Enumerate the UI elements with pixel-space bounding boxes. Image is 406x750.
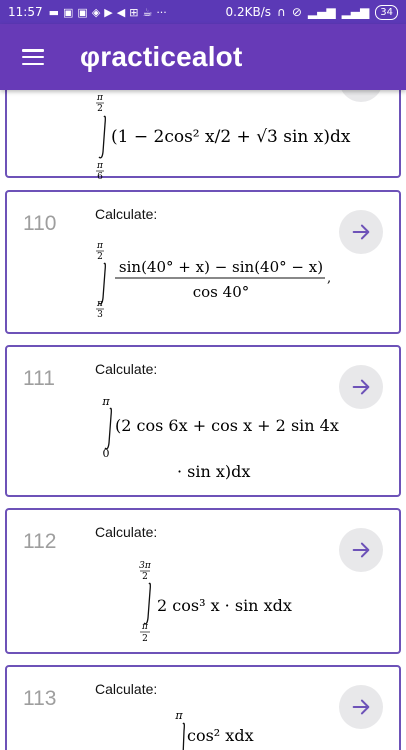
svg-text:,: ,: [327, 271, 331, 286]
svg-text:(1 − 2cos² x/2 + √3 sin x)dx: (1 − 2cos² x/2 + √3 sin x)dx: [111, 127, 351, 147]
alarm-off-icon: ⊘: [291, 5, 302, 19]
svg-text:π: π: [96, 93, 104, 103]
svg-text:2: 2: [97, 104, 103, 114]
signal-icon: ▂▄▆: [307, 5, 336, 19]
gallery-icon: ▣: [63, 5, 74, 19]
svg-text:· sin x)dx: · sin x)dx: [177, 462, 250, 481]
headphones-icon: ∩: [277, 5, 286, 19]
svg-text:π: π: [174, 709, 183, 722]
problem-card[interactable]: 110 Calculate: π 2 sin(40° + x) − sin(40…: [5, 190, 401, 334]
app-title: φracticealot: [80, 41, 243, 72]
problem-card[interactable]: 113 Calculate: π cos² xdx: [5, 665, 401, 750]
network-speed: 0.2KB/s: [225, 5, 272, 19]
app-bar: φracticealot: [0, 24, 406, 90]
problem-formula: 3π 2 2 cos³ x · sin xdx π 2: [139, 561, 292, 644]
send-icon: ◀: [116, 5, 126, 19]
svg-text:2: 2: [142, 572, 148, 582]
grid-icon: ⊞: [129, 5, 139, 19]
svg-text:π: π: [141, 622, 149, 632]
svg-text:π: π: [96, 241, 104, 251]
status-bar: 11:57 ▬ ▣ ▣ ◈ ▶ ◀ ⊞ ☕ ··· 0.2KB/s ∩ ⊘ ▂▄…: [0, 0, 406, 24]
problem-formula: π (2 cos 6x + cos x + 2 sin 4x 0 · sin x…: [101, 395, 339, 481]
svg-text:π: π: [96, 161, 104, 171]
gallery-icon: ▣: [77, 5, 88, 19]
svg-text:3: 3: [97, 310, 103, 320]
notification-icons: ▬ ▣ ▣ ◈ ▶ ◀ ⊞ ☕ ···: [49, 6, 226, 19]
svg-text:6: 6: [97, 172, 103, 180]
svg-text:0: 0: [103, 447, 110, 460]
svg-text:cos 40°: cos 40°: [193, 283, 249, 301]
svg-text:cos² xdx: cos² xdx: [187, 726, 254, 745]
signal-icon: ▂▄▆: [341, 5, 370, 19]
svg-text:π: π: [96, 299, 104, 309]
cup-icon: ☕: [142, 5, 153, 19]
svg-text:3π: 3π: [139, 561, 152, 571]
svg-text:2: 2: [97, 252, 103, 262]
svg-text:2 cos³ x · sin xdx: 2 cos³ x · sin xdx: [157, 596, 292, 615]
status-time: 11:57: [8, 5, 43, 19]
problem-card[interactable]: 111 Calculate: π (2 cos 6x + cos x + 2 s…: [5, 345, 401, 497]
chat-icon: ▬: [48, 5, 59, 19]
svg-text:(2 cos 6x + cos x + 2 sin 4x: (2 cos 6x + cos x + 2 sin 4x: [115, 416, 339, 435]
problem-list[interactable]: π 2 (1 − 2cos² x/2 + √3 sin x)dx π 6 110…: [0, 90, 406, 750]
problem-formula: π cos² xdx: [174, 709, 254, 750]
svg-text:2: 2: [142, 634, 148, 644]
more-icon: ···: [156, 5, 167, 19]
problem-formula: π 2 sin(40° + x) − sin(40° − x) cos 40° …: [96, 241, 331, 320]
problem-card[interactable]: π 2 (1 − 2cos² x/2 + √3 sin x)dx π 6: [5, 90, 401, 180]
svg-text:π: π: [101, 395, 110, 408]
youtube-icon: ▶: [104, 5, 113, 19]
svg-text:sin(40° + x) − sin(40° − x): sin(40° + x) − sin(40° − x): [119, 258, 323, 276]
menu-icon[interactable]: [22, 49, 44, 65]
vpn-icon: ◈: [91, 5, 101, 19]
problem-card[interactable]: 112 Calculate: 3π 2 2 cos³ x · sin xdx π…: [5, 508, 401, 654]
problem-formula: π 2 (1 − 2cos² x/2 + √3 sin x)dx π 6: [96, 93, 351, 180]
battery-icon: 34: [375, 4, 398, 20]
